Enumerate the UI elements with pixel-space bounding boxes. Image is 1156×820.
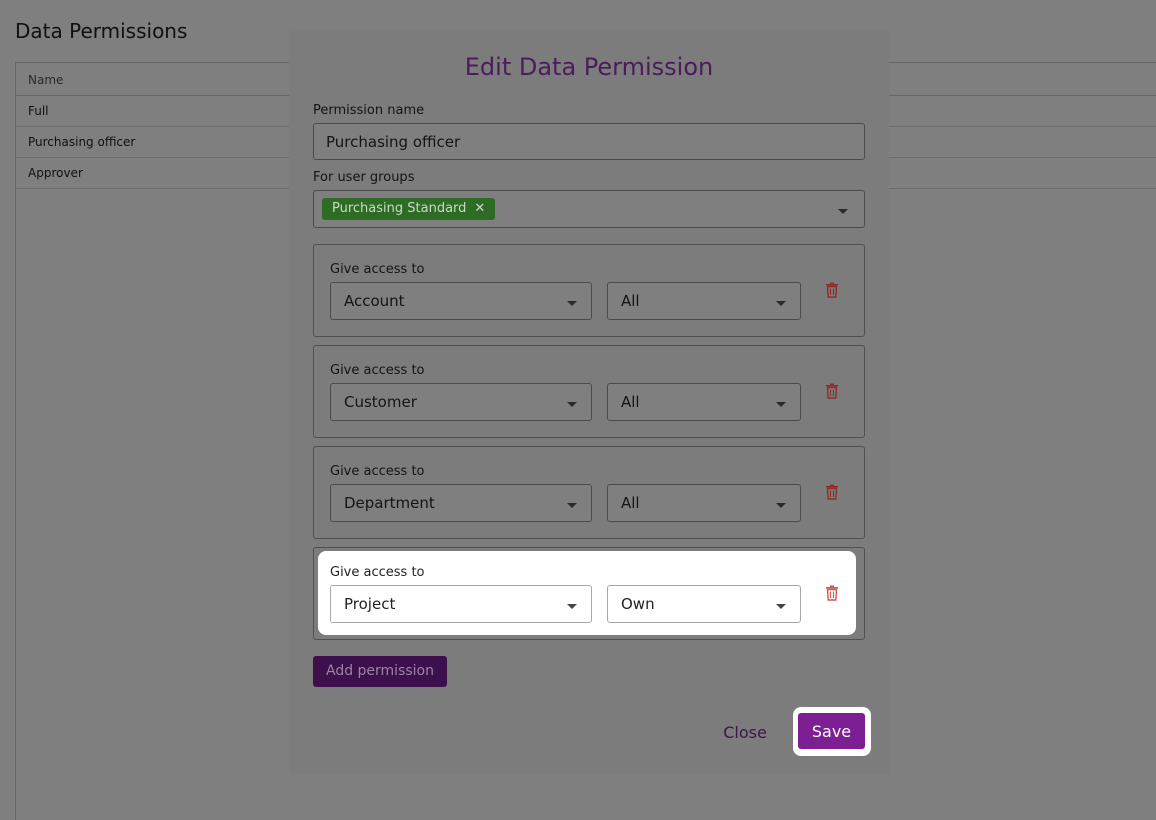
entity-select[interactable]: Customer (330, 383, 592, 421)
add-permission-button[interactable]: Add permission (313, 656, 447, 687)
user-group-chip-label: Purchasing Standard (332, 201, 467, 216)
trash-icon[interactable] (825, 383, 839, 399)
close-button[interactable]: Close (709, 719, 781, 745)
trash-icon[interactable] (825, 585, 839, 601)
give-access-label: Give access to (330, 464, 425, 479)
close-icon[interactable]: ✕ (474, 201, 485, 216)
entity-select-value: Account (344, 292, 405, 310)
scope-select-value: All (621, 494, 640, 512)
permission-name-label: Permission name (313, 103, 425, 118)
permission-name-input[interactable]: Purchasing officer (313, 123, 865, 160)
chevron-down-icon (776, 402, 786, 407)
permission-card: Give access to Customer All (313, 345, 865, 438)
scope-select[interactable]: Own (607, 585, 801, 623)
scope-select[interactable]: All (607, 383, 801, 421)
chevron-down-icon (776, 301, 786, 306)
chevron-down-icon (567, 503, 577, 508)
scope-select[interactable]: All (607, 484, 801, 522)
entity-select[interactable]: Department (330, 484, 592, 522)
give-access-label: Give access to (330, 363, 425, 378)
chevron-down-icon (776, 604, 786, 609)
scope-select[interactable]: All (607, 282, 801, 320)
entity-select-value: Department (344, 494, 435, 512)
permission-card: Give access to Account All (313, 244, 865, 337)
edit-permission-modal: Edit Data Permission Permission name Pur… (289, 29, 889, 773)
chevron-down-icon (567, 402, 577, 407)
modal-title: Edit Data Permission (464, 53, 714, 81)
entity-select-value: Customer (344, 393, 417, 411)
scope-select-value: All (621, 393, 640, 411)
scope-select-value: All (621, 292, 640, 310)
give-access-label: Give access to (330, 262, 425, 277)
give-access-label: Give access to (330, 565, 425, 580)
chevron-down-icon (776, 503, 786, 508)
trash-icon[interactable] (825, 282, 839, 298)
entity-select[interactable]: Account (330, 282, 592, 320)
entity-select[interactable]: Project (330, 585, 592, 623)
permission-card: Give access to Project Own (313, 547, 865, 640)
user-group-chip: Purchasing Standard ✕ (322, 198, 496, 220)
user-groups-label: For user groups (313, 170, 415, 185)
chevron-down-icon[interactable] (838, 209, 848, 214)
permission-card: Give access to Department All (313, 446, 865, 539)
chevron-down-icon (567, 604, 577, 609)
scope-select-value: Own (621, 595, 655, 613)
user-groups-multiselect[interactable]: Purchasing Standard ✕ (313, 190, 865, 228)
chevron-down-icon (567, 301, 577, 306)
save-button[interactable]: Save (798, 713, 865, 749)
entity-select-value: Project (344, 595, 396, 613)
trash-icon[interactable] (825, 484, 839, 500)
